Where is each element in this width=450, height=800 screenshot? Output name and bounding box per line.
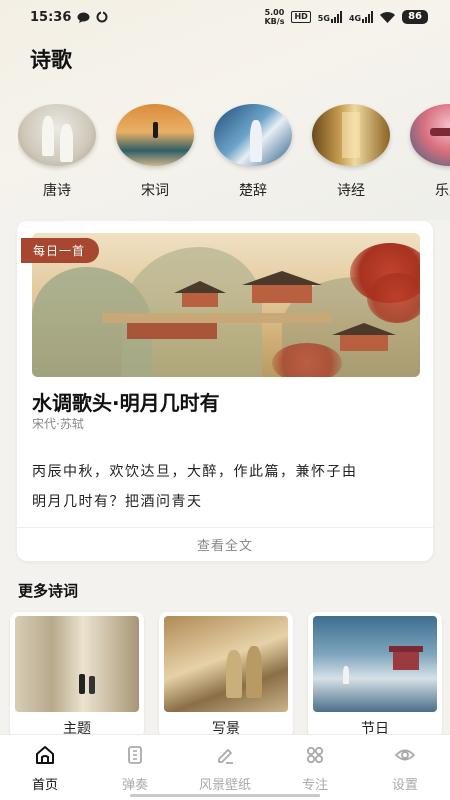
- tab-label: 弹奏: [121, 778, 148, 793]
- category-song-ci[interactable]: 宋词: [116, 104, 194, 204]
- more-poems-title: 更多诗词: [18, 582, 79, 600]
- eye-settings-icon: [394, 749, 416, 761]
- instrument-icon: [128, 746, 142, 764]
- shijing-thumbnail: [312, 104, 390, 166]
- status-time: 15:36: [30, 9, 72, 25]
- theme-thumbnail: [15, 616, 139, 712]
- category-carousel[interactable]: 唐诗 宋词 楚辞 诗经 乐府: [18, 104, 450, 204]
- poem-author: 宋代·苏轼: [32, 417, 84, 431]
- battery-indicator: 86: [402, 10, 428, 24]
- poem-line: 明月几时有？把酒问青天: [32, 494, 203, 510]
- poem-line: 丙辰中秋，欢饮达旦，大醉，作此篇，兼怀子由: [32, 464, 358, 480]
- read-full-text-button[interactable]: 查看全文: [17, 535, 433, 554]
- category-label: 宋词: [141, 183, 169, 199]
- wallpaper-edit-icon: [218, 749, 233, 764]
- tab-home[interactable]: 首页: [0, 735, 90, 800]
- tab-label: 风景壁纸: [198, 778, 251, 793]
- sync-icon: [96, 11, 108, 23]
- category-label: 诗经: [337, 183, 365, 199]
- more-poems-list: 主题 写景 节日: [10, 612, 450, 738]
- signal-4g: 4G: [349, 11, 374, 23]
- grid-icon: [306, 746, 324, 764]
- more-poems-item-scenery[interactable]: 写景: [159, 612, 293, 738]
- more-poems-item-festival[interactable]: 节日: [308, 612, 442, 738]
- festival-thumbnail: [313, 616, 437, 712]
- yuefu-thumbnail: [410, 104, 450, 166]
- category-tang-poetry[interactable]: 唐诗: [18, 104, 96, 204]
- signal-5g: 5G: [318, 11, 342, 23]
- tab-play[interactable]: 弹奏: [90, 735, 180, 800]
- tab-label: 首页: [31, 778, 58, 793]
- hd-badge: HD: [291, 11, 311, 23]
- poem-title: 水调歌头·明月几时有: [32, 391, 220, 415]
- message-icon: [77, 12, 90, 23]
- status-bar: 15:36 5.00 KB/s HD 5G 4G 86: [0, 0, 450, 34]
- scenery-thumbnail: [164, 616, 288, 712]
- tab-settings[interactable]: 设置: [360, 735, 450, 800]
- card-divider: [17, 527, 433, 528]
- home-indicator: [130, 794, 320, 797]
- tab-label: 专注: [301, 778, 328, 793]
- daily-poem-card[interactable]: 每日一首 水调歌头·明月几时有 宋代·苏轼 丙辰中秋，欢饮达旦，大醉，作此篇，兼…: [17, 221, 433, 561]
- category-label: 乐府: [435, 183, 450, 199]
- category-label: 楚辞: [239, 183, 267, 199]
- tab-wallpaper[interactable]: 风景壁纸: [180, 735, 270, 800]
- more-poems-item-theme[interactable]: 主题: [10, 612, 144, 738]
- network-speed: 5.00 KB/s: [264, 8, 285, 26]
- chuci-thumbnail: [214, 104, 292, 166]
- tab-label: 设置: [391, 778, 418, 793]
- daily-poem-badge: 每日一首: [21, 238, 100, 263]
- wifi-icon: [380, 11, 396, 23]
- home-icon: [36, 746, 54, 764]
- category-label: 唐诗: [43, 183, 71, 199]
- tang-poetry-thumbnail: [18, 104, 96, 166]
- category-shijing[interactable]: 诗经: [312, 104, 390, 204]
- category-chuci[interactable]: 楚辞: [214, 104, 292, 204]
- bottom-tab-bar: 首页 弹奏 风景壁纸 专注 设置: [0, 734, 450, 800]
- category-yuefu[interactable]: 乐府: [410, 104, 450, 204]
- page-title: 诗歌: [30, 48, 72, 72]
- tab-focus[interactable]: 专注: [270, 735, 360, 800]
- song-ci-thumbnail: [116, 104, 194, 166]
